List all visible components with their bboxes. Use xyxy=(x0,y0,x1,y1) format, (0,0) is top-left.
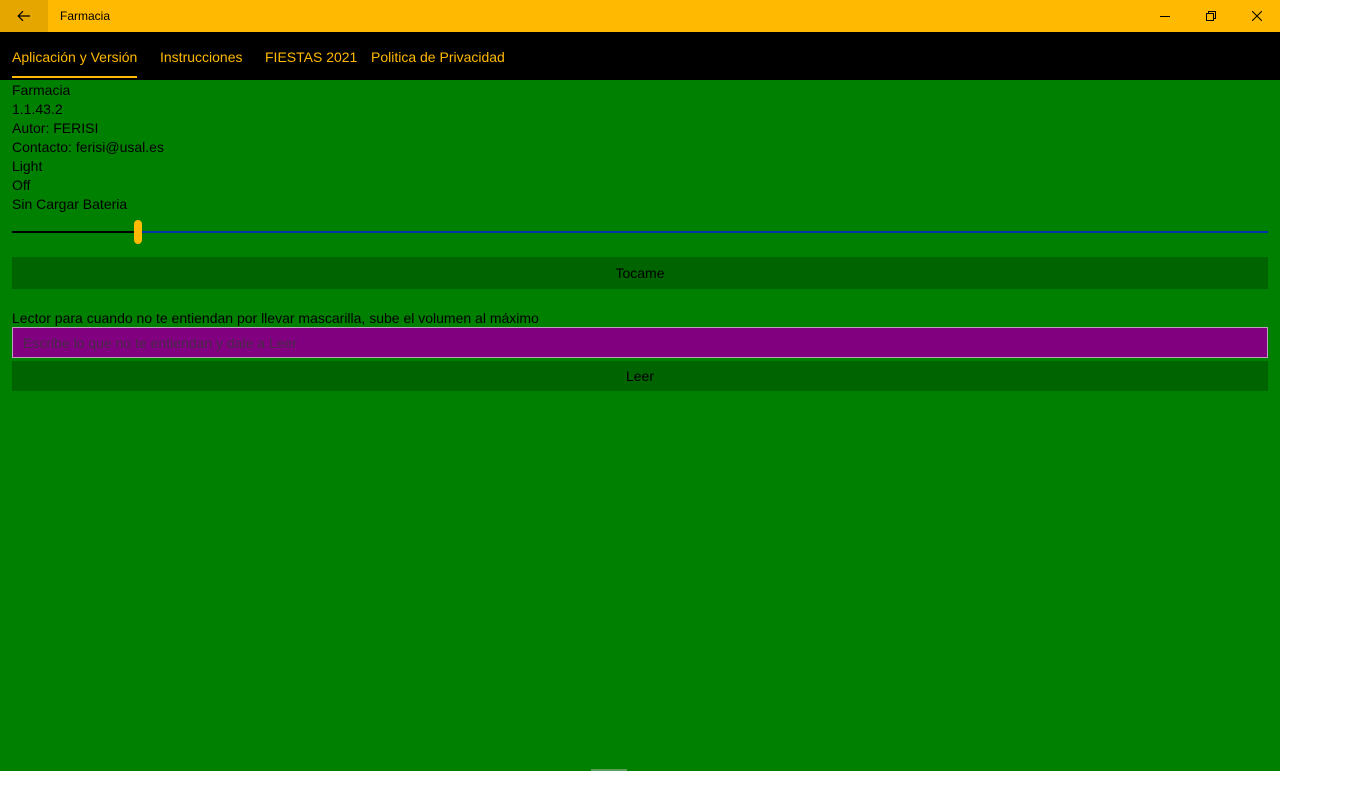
battery-status-text: Sin Cargar Bateria xyxy=(12,196,128,212)
version-text: 1.1.43.2 xyxy=(12,101,63,117)
theme-text: Light xyxy=(12,158,43,174)
tab-fiestas-2021[interactable]: FIESTAS 2021 xyxy=(265,32,357,80)
slider-track xyxy=(138,231,1268,233)
bottom-handle xyxy=(591,769,627,771)
minimize-icon xyxy=(1160,16,1170,17)
slider[interactable] xyxy=(12,220,1268,244)
app-name-text: Farmacia xyxy=(12,82,71,98)
maximize-button[interactable] xyxy=(1188,0,1234,32)
restore-icon xyxy=(1206,11,1216,21)
reader-text-input[interactable] xyxy=(12,327,1268,358)
author-text: Autor: FERISI xyxy=(12,120,99,136)
reader-description: Lector para cuando no te entiendan por l… xyxy=(12,310,539,326)
tab-instrucciones[interactable]: Instrucciones xyxy=(160,32,242,80)
minimize-button[interactable] xyxy=(1142,0,1188,32)
contact-text: Contacto: ferisi@usal.es xyxy=(12,139,164,155)
tocame-button[interactable]: Tocame xyxy=(12,257,1268,289)
tab-navigation: Aplicación y Versión Instrucciones FIEST… xyxy=(0,32,1280,80)
state-text: Off xyxy=(12,177,31,193)
slider-thumb[interactable] xyxy=(134,220,142,244)
leer-button[interactable]: Leer xyxy=(12,361,1268,391)
close-icon xyxy=(1252,11,1262,21)
window-title: Farmacia xyxy=(60,9,111,23)
close-button[interactable] xyxy=(1234,0,1280,32)
arrow-left-icon xyxy=(17,10,30,22)
back-button[interactable] xyxy=(0,0,48,32)
app-window: Farmacia Aplicación y Versión Instruccio… xyxy=(0,0,1280,771)
tab-politica-privacidad[interactable]: Politica de Privacidad xyxy=(371,32,505,80)
slider-track-filled xyxy=(12,231,138,233)
tab-aplicacion-version[interactable]: Aplicación y Versión xyxy=(12,32,138,80)
title-bar: Farmacia xyxy=(0,0,1280,32)
